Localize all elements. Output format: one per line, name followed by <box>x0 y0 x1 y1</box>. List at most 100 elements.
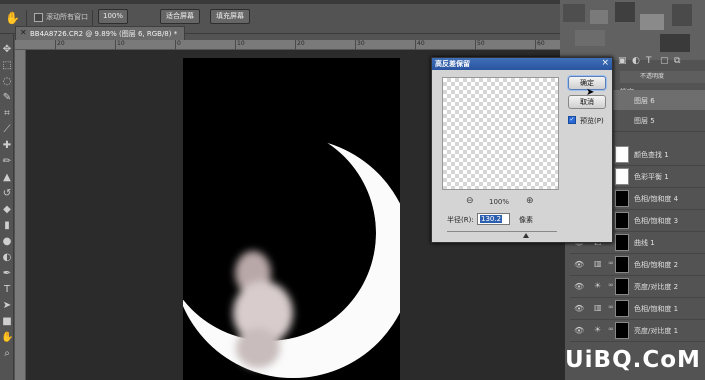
radius-input[interactable]: 130.2 <box>477 213 510 225</box>
adjustment-icon: ▥ <box>594 259 602 268</box>
eye-icon[interactable]: 👁 <box>574 282 584 291</box>
cancel-button[interactable]: 取消 <box>568 95 606 109</box>
layer-mask-thumbnail[interactable] <box>615 256 629 273</box>
vertical-ruler <box>15 50 26 380</box>
adjust-filter-icon[interactable]: ◐ <box>632 56 640 66</box>
stamp-tool-icon[interactable]: ▲ <box>1 172 13 184</box>
type-tool-icon[interactable]: T <box>1 284 13 296</box>
pixel-block <box>615 2 635 22</box>
ruler-tick <box>415 40 416 50</box>
eye-icon[interactable]: 👁 <box>574 260 584 269</box>
layer-name: 图层 6 <box>634 97 655 105</box>
layer-mask-thumbnail[interactable] <box>615 278 629 295</box>
layer-mask-thumbnail[interactable] <box>615 168 629 185</box>
layer-mask-thumbnail[interactable] <box>615 322 629 339</box>
zoom-out-icon[interactable]: ⊖ <box>466 196 474 206</box>
layer-row[interactable]: 👁 ☀ ∞ 亮度/对比度 1 <box>570 320 705 342</box>
layer-row[interactable]: 👁 ▥ ∞ 色相/饱和度 2 <box>570 254 705 276</box>
link-icon[interactable]: ∞ <box>608 325 614 333</box>
layer-mask-thumbnail[interactable] <box>615 234 629 251</box>
fill-screen-button[interactable]: 填充屏幕 <box>210 9 250 24</box>
opacity-row[interactable]: 不透明度 <box>620 71 705 83</box>
layer-row[interactable]: 👁 ☀ ∞ 亮度/对比度 2 <box>570 276 705 298</box>
adjustment-icon: ▥ <box>594 303 602 312</box>
ruler-tick <box>535 40 536 50</box>
crop-tool-icon[interactable]: ⌗ <box>1 108 13 120</box>
ruler-tick-label: 0 <box>177 40 181 47</box>
shape-tool-icon[interactable]: ■ <box>1 316 13 328</box>
marquee-tool-icon[interactable]: ⬚ <box>1 60 13 72</box>
layer-row[interactable]: 👁 ▥ ∞ 色相/饱和度 1 <box>570 298 705 320</box>
ruler-tick-label: 10 <box>237 40 245 47</box>
scroll-all-checkbox[interactable] <box>34 13 43 22</box>
close-icon[interactable]: ✕ <box>20 28 27 37</box>
zoom-tool-icon[interactable]: ⌕ <box>1 348 13 360</box>
separator <box>26 10 27 26</box>
healing-tool-icon[interactable]: ✚ <box>1 140 13 152</box>
ruler-tick <box>295 40 296 50</box>
hand-tool-icon[interactable]: ✋ <box>5 11 20 25</box>
eye-icon[interactable]: 👁 <box>574 326 584 335</box>
watermark: UiBQ.CoM <box>565 347 701 373</box>
pixel-block <box>563 4 585 22</box>
layer-mask-thumbnail[interactable] <box>615 212 629 229</box>
layer-mask-thumbnail[interactable] <box>615 190 629 207</box>
link-icon[interactable]: ∞ <box>608 281 614 289</box>
radius-slider-thumb[interactable] <box>523 233 530 238</box>
layer-name: 亮度/对比度 1 <box>634 327 679 335</box>
zoom-100-button[interactable]: 100% <box>98 9 128 24</box>
ruler-tick <box>115 40 116 50</box>
ruler-tick-label: 60 <box>537 40 545 47</box>
shape-filter-icon[interactable]: ▢ <box>660 56 669 66</box>
type-filter-icon[interactable]: T <box>646 56 652 66</box>
radius-value: 130.2 <box>480 215 503 223</box>
smart-filter-icon[interactable]: ⧉ <box>674 56 680 66</box>
hand-tool-icon[interactable]: ✋ <box>1 332 13 344</box>
image-canvas[interactable] <box>183 58 400 380</box>
eraser-tool-icon[interactable]: ◆ <box>1 204 13 216</box>
eye-icon[interactable]: 👁 <box>574 304 584 313</box>
scroll-all-label: 滚动所有窗口 <box>46 13 88 21</box>
eyedropper-tool-icon[interactable]: ⟋ <box>1 124 13 136</box>
preview-checkbox[interactable]: ✓ <box>568 116 576 124</box>
radius-slider[interactable] <box>447 231 557 232</box>
zoom-in-icon[interactable]: ⊕ <box>526 196 534 206</box>
lasso-tool-icon[interactable]: ◌ <box>1 76 13 88</box>
tools-panel: ✥ ⬚ ◌ ✎ ⌗ ⟋ ✚ ✏ ▲ ↺ ◆ ▮ ● ◐ ✒ T ➤ ■ ✋ ⌕ <box>0 34 14 380</box>
layer-mask-thumbnail[interactable] <box>615 146 629 163</box>
brush-tool-icon[interactable]: ✏ <box>1 156 13 168</box>
move-tool-icon[interactable]: ✥ <box>1 44 13 56</box>
dialog-titlebar[interactable]: 高反差保留 × <box>432 58 612 70</box>
quick-select-tool-icon[interactable]: ✎ <box>1 92 13 104</box>
pixel-block <box>640 14 664 30</box>
gradient-tool-icon[interactable]: ▮ <box>1 220 13 232</box>
ruler-tick <box>55 40 56 50</box>
preview-label: 预览(P) <box>580 117 604 125</box>
dodge-tool-icon[interactable]: ◐ <box>1 252 13 264</box>
pixel-block <box>590 10 608 24</box>
high-pass-dialog: 高反差保留 × ⊖ 100% ⊕ 确定 ➤ 取消 ✓ 预览(P) 半径(R): … <box>431 57 613 243</box>
close-icon[interactable]: × <box>601 58 609 68</box>
filter-preview[interactable] <box>442 77 559 190</box>
adjustment-icon: ☀ <box>594 281 602 290</box>
layer-name: 亮度/对比度 2 <box>634 283 679 291</box>
blur-tool-icon[interactable]: ● <box>1 236 13 248</box>
document-title: BB4A8726.CR2 @ 9.89% (图层 6, RGB/8) * <box>30 30 178 38</box>
document-tab[interactable]: ✕ BB4A8726.CR2 @ 9.89% (图层 6, RGB/8) * <box>15 26 185 40</box>
link-icon[interactable]: ∞ <box>608 303 614 311</box>
link-icon[interactable]: ∞ <box>608 259 614 267</box>
dialog-title: 高反差保留 <box>435 60 470 68</box>
pixel-filter-icon[interactable]: ▣ <box>618 56 627 66</box>
layer-mask-thumbnail[interactable] <box>615 300 629 317</box>
ruler-tick-label: 50 <box>477 40 485 47</box>
layer-name: 颜色查找 1 <box>634 151 669 159</box>
pen-tool-icon[interactable]: ✒ <box>1 268 13 280</box>
pixel-block <box>660 34 690 52</box>
fit-screen-button[interactable]: 适合屏幕 <box>160 9 200 24</box>
path-select-tool-icon[interactable]: ➤ <box>1 300 13 312</box>
history-brush-tool-icon[interactable]: ↺ <box>1 188 13 200</box>
separator <box>92 10 93 26</box>
ruler-tick <box>175 40 176 50</box>
adjustment-icon: ☀ <box>594 325 602 334</box>
layer-filter-icons: ▣ ◐ T ▢ ⧉ <box>614 56 705 70</box>
